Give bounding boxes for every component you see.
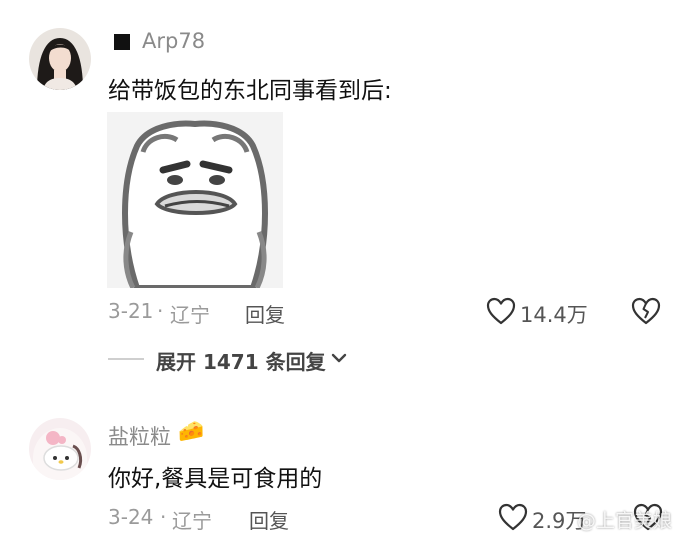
meme-image[interactable] [107,112,283,291]
dot-separator: · [160,505,167,529]
divider-line [108,358,144,360]
comment-date: 3-24 [108,505,154,529]
reply-button[interactable]: 回复 [249,505,289,534]
comment-text: 给带饭包的东北同事看到后: [108,78,392,104]
comment-location: 辽宁 [170,303,210,327]
watermark: @上官美娘 [577,510,673,532]
comment-date: 3-21 [108,299,154,323]
heart-icon[interactable] [498,503,528,531]
comment-text: 你好,餐具是可食用的 [108,466,323,492]
comment-username[interactable]: Arp78 [142,29,205,53]
broken-heart-icon[interactable] [631,297,661,325]
reply-button[interactable]: 回复 [245,299,285,328]
comment-username[interactable]: 盐粒粒 [108,421,171,451]
like-count: 14.4万 [520,303,588,327]
comment-location: 辽宁 [172,509,212,533]
heart-icon[interactable] [486,297,516,325]
avatar[interactable] [29,418,91,480]
expand-replies-button[interactable]: 展开 1471 条回复 [156,346,326,375]
avatar[interactable] [29,28,91,90]
chevron-down-icon[interactable] [331,351,347,365]
cheese-icon: 🧀 [178,419,205,443]
square-badge-icon [114,34,130,50]
dot-separator: · [157,299,164,323]
